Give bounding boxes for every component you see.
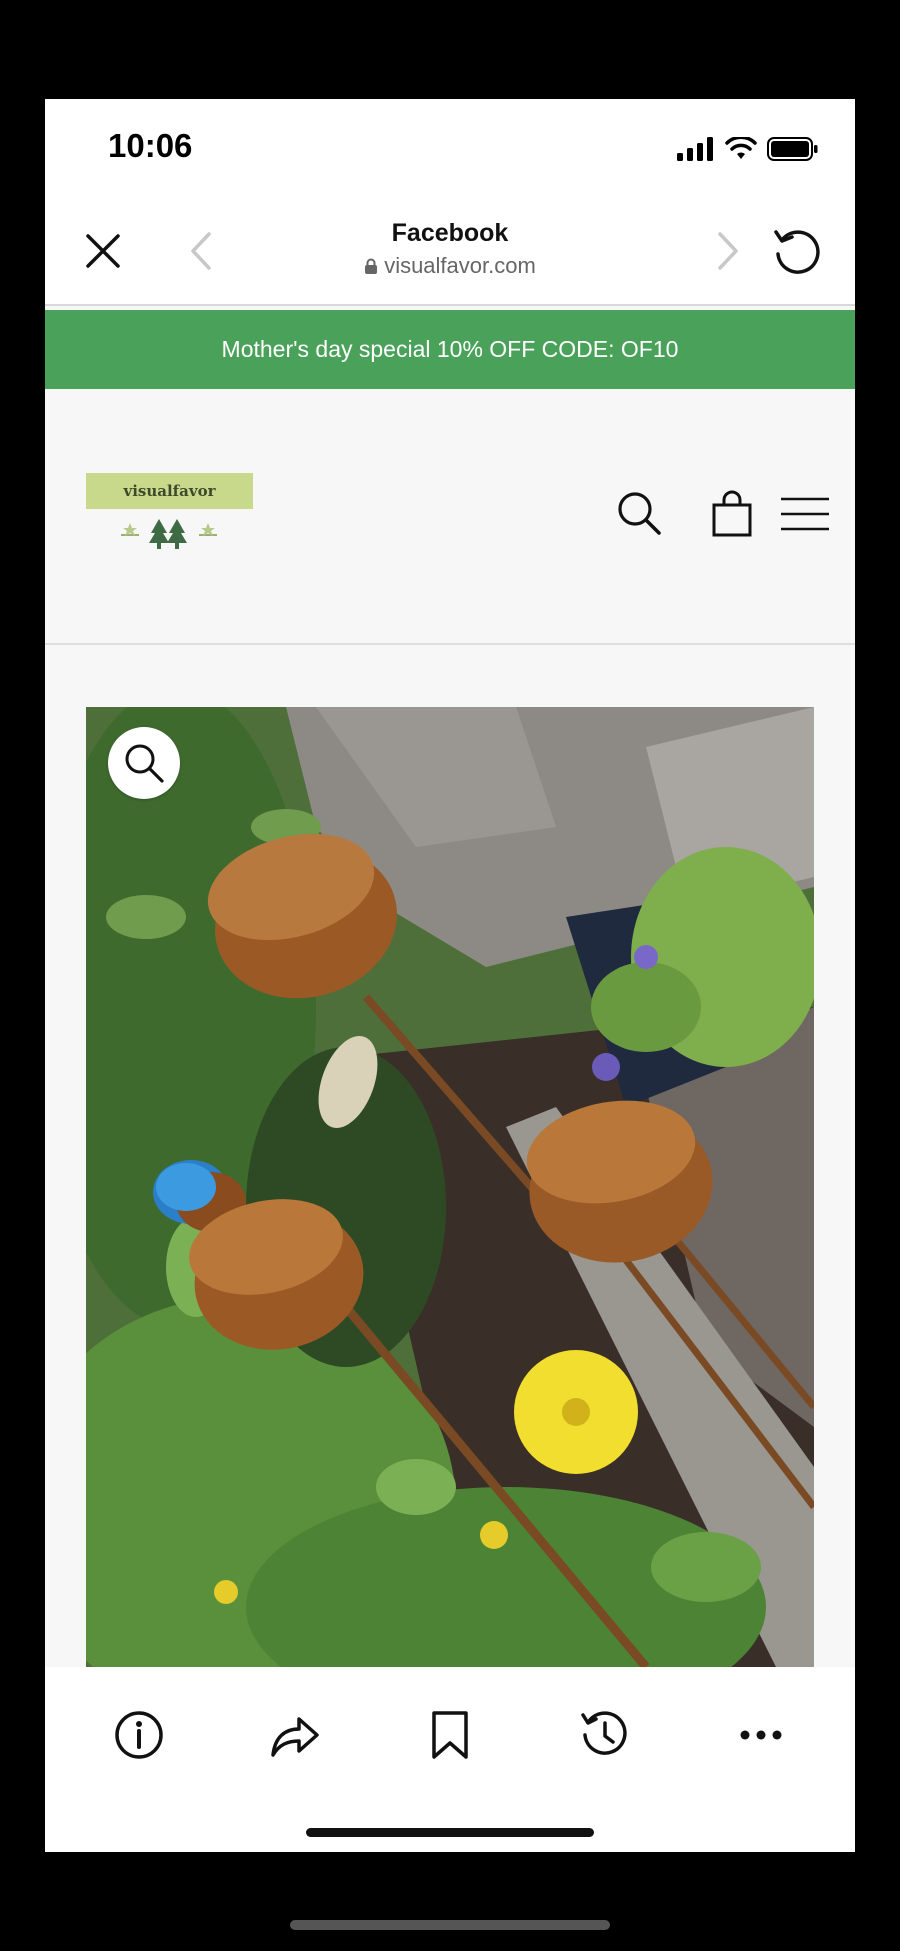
share-icon — [271, 1717, 319, 1757]
browser-nav-bar: Facebook visualfavor.com — [45, 199, 855, 306]
browser-toolbar — [45, 1667, 855, 1852]
more-button[interactable] — [731, 1705, 791, 1765]
logo-text: visualfavor — [86, 473, 253, 509]
status-bar: 10:06 — [45, 99, 855, 199]
product-image[interactable] — [86, 707, 814, 1667]
phone-screen: 10:06 Facebook visualfavor.com Mother's … — [45, 99, 855, 1852]
garden-photo — [86, 707, 814, 1667]
battery-icon — [767, 137, 818, 161]
reload-button[interactable] — [767, 221, 827, 281]
home-indicator[interactable] — [306, 1828, 594, 1837]
lock-icon — [364, 254, 378, 280]
bookmark-icon — [432, 1711, 468, 1759]
site-header: visualfavor — [45, 389, 855, 645]
more-icon — [740, 1730, 782, 1740]
url-text: visualfavor.com — [384, 253, 536, 278]
wifi-icon — [725, 137, 757, 159]
forward-button[interactable] — [698, 221, 758, 281]
zoom-icon — [125, 744, 164, 783]
outer-home-indicator — [290, 1920, 610, 1930]
site-logo[interactable]: visualfavor — [86, 473, 253, 553]
logo-trees-icon — [121, 519, 217, 549]
promo-banner[interactable]: Mother's day special 10% OFF CODE: OF10 — [45, 310, 855, 389]
reload-icon — [774, 230, 820, 274]
menu-icon — [781, 497, 829, 531]
image-zoom-button[interactable] — [108, 727, 180, 799]
status-time: 10:06 — [108, 127, 193, 164]
share-button[interactable] — [265, 1705, 325, 1765]
status-icons — [677, 137, 819, 161]
info-icon — [115, 1711, 163, 1759]
history-icon — [581, 1711, 627, 1755]
shopping-bag-icon — [712, 490, 752, 537]
bookmark-button[interactable] — [420, 1705, 480, 1765]
signal-icon — [677, 137, 713, 161]
menu-button[interactable] — [780, 489, 830, 539]
cart-button[interactable] — [707, 489, 757, 539]
search-button[interactable] — [615, 489, 665, 539]
info-button[interactable] — [109, 1705, 169, 1765]
history-button[interactable] — [575, 1705, 635, 1765]
forward-chevron-icon — [718, 232, 738, 270]
search-icon — [618, 492, 661, 535]
